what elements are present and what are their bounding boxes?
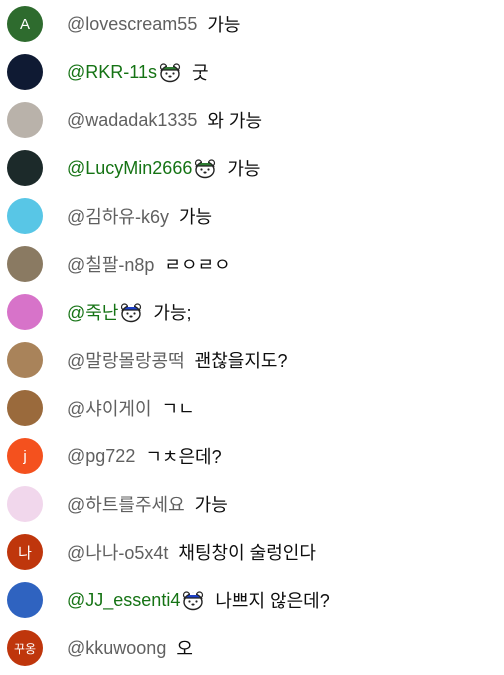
member-badge-icon [181,588,205,612]
chat-message-row: 나 @나나-o5x4t 채팅창이 술렁인다 [0,528,504,576]
chat-message-row: A @lovescream55 가능 [0,0,504,48]
author-avatar[interactable] [7,390,43,426]
author-name[interactable]: @wadadak1335 [67,110,197,131]
author-name[interactable]: @pg722 [67,446,135,467]
author-name[interactable]: @RKR-11s [67,62,157,83]
author-avatar[interactable]: 꾸옹 [7,630,43,666]
author-avatar[interactable] [7,198,43,234]
author-avatar[interactable] [7,54,43,90]
message-text: ㄱㅊ은데? [145,447,222,467]
chat-message-row: @김하유-k6y 가능 [0,192,504,240]
author-avatar[interactable] [7,582,43,618]
avatar-initial: 꾸옹 [13,641,37,656]
author-avatar[interactable]: 나 [7,534,43,570]
author-avatar[interactable] [7,294,43,330]
message-text: 오 [176,639,193,659]
chat-message-row: j @pg722 ㄱㅊ은데? [0,432,504,480]
message-text: 채팅창이 술렁인다 [178,543,316,563]
chat-message-row: @JJ_essenti4 나쁘지 않은데? [0,576,504,624]
author-name[interactable]: @lovescream55 [67,14,197,35]
author-name[interactable]: @김하유-k6y [67,203,169,229]
message-text: ㄱㄴ [161,399,195,419]
message-text: 가능 [207,15,241,35]
chat-message-row: @wadadak1335 와 가능 [0,96,504,144]
chat-message-row: @샤이게이 ㄱㄴ [0,384,504,432]
author-name[interactable]: @칠팔-n8p [67,251,154,277]
chat-message-row: @칠팔-n8p ㄹㅇㄹㅇ [0,240,504,288]
author-avatar[interactable] [7,150,43,186]
chat-message-row: 꾸옹 @kkuwoong 오 [0,624,504,672]
message-text: 굿 [191,63,209,83]
message-text: 가능 [227,159,261,179]
author-name[interactable]: @죽난 [67,299,118,325]
chat-message-row: @말랑몰랑콩떡 괜찮을지도? [0,336,504,384]
message-text: 나쁘지 않은데? [215,591,330,611]
chat-message-row: @하트를주세요 가능 [0,480,504,528]
message-text: 가능 [194,495,228,515]
author-avatar[interactable] [7,342,43,378]
author-name[interactable]: @말랑몰랑콩떡 [67,347,185,373]
message-text: 와 가능 [207,111,263,131]
message-text: 가능 [178,207,213,227]
author-avatar[interactable]: j [7,438,43,474]
author-name[interactable]: @하트를주세요 [67,491,185,517]
author-avatar[interactable]: A [7,6,43,42]
live-chat-list: A @lovescream55 가능 @RKR-11s 굿 @wadadak1335 와 가… [0,0,504,675]
member-badge-icon [119,300,143,324]
author-avatar[interactable] [7,102,43,138]
avatar-initial: A [19,15,30,33]
avatar-initial: 나 [18,544,32,562]
chat-message-row: @LucyMin2666 가능 [0,144,504,192]
author-name[interactable]: @LucyMin2666 [67,158,192,179]
member-badge-icon [158,60,182,84]
avatar-initial: j [23,447,27,465]
chat-message-row: @죽난 가능; [0,288,504,336]
message-text: 괜찮을지도? [194,351,288,371]
author-avatar[interactable] [7,486,43,522]
member-badge-icon [193,156,217,180]
author-name[interactable]: @샤이게이 [67,395,152,421]
author-name[interactable]: @kkuwoong [67,638,166,659]
author-avatar[interactable] [7,246,43,282]
chat-message-row: @RKR-11s 굿 [0,48,504,96]
author-name[interactable]: @JJ_essenti4 [67,590,180,611]
message-text: ㄹㅇㄹㅇ [164,255,231,275]
message-text: 가능; [153,303,192,323]
author-name[interactable]: @나나-o5x4t [67,539,168,565]
